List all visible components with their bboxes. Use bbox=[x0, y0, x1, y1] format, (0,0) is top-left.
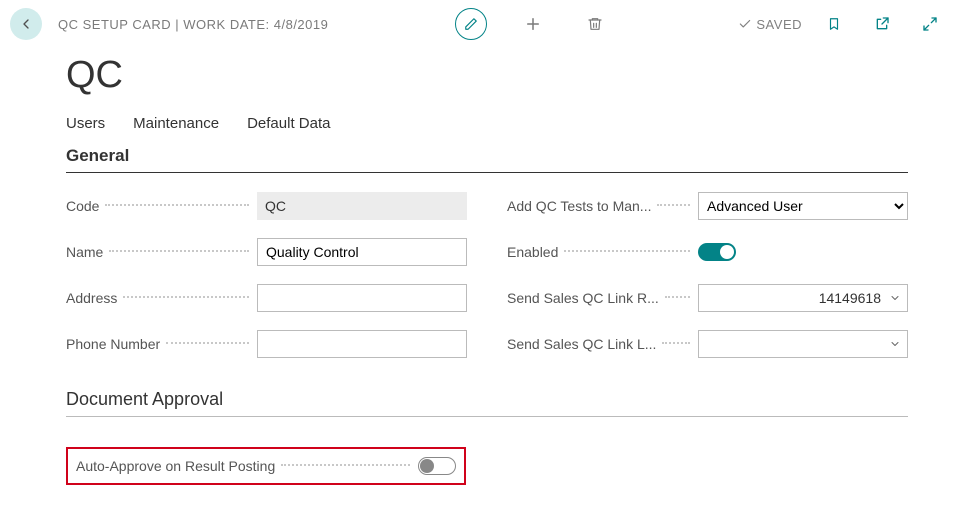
name-label: Name bbox=[66, 244, 103, 260]
field-add-qc-tests: Add QC Tests to Man... Advanced User bbox=[507, 191, 908, 221]
add-button[interactable] bbox=[517, 8, 549, 40]
auto-approve-toggle[interactable] bbox=[418, 457, 456, 475]
tabs: Users Maintenance Default Data bbox=[66, 115, 908, 132]
auto-approve-label: Auto-Approve on Result Posting bbox=[76, 458, 275, 474]
field-name: Name bbox=[66, 237, 467, 267]
general-right-col: Add QC Tests to Man... Advanced User Ena… bbox=[507, 191, 908, 359]
dots bbox=[564, 250, 690, 252]
dots bbox=[166, 342, 249, 344]
header-right-icons: SAVED bbox=[738, 8, 946, 40]
add-qc-select[interactable]: Advanced User bbox=[698, 192, 908, 220]
breadcrumb: QC SETUP CARD | WORK DATE: 4/8/2019 bbox=[58, 17, 328, 32]
field-code: Code bbox=[66, 191, 467, 221]
code-label: Code bbox=[66, 198, 99, 214]
address-input[interactable] bbox=[257, 284, 467, 312]
page-title: QC bbox=[66, 54, 908, 97]
tab-default-data[interactable]: Default Data bbox=[247, 115, 330, 132]
send-sales-l-lookup[interactable] bbox=[698, 330, 908, 358]
field-address: Address bbox=[66, 283, 467, 313]
header-bar: QC SETUP CARD | WORK DATE: 4/8/2019 SAVE… bbox=[0, 0, 964, 48]
bookmark-button[interactable] bbox=[818, 8, 850, 40]
send-sales-r-lookup[interactable]: 14149618 bbox=[698, 284, 908, 312]
field-send-sales-l: Send Sales QC Link L... bbox=[507, 329, 908, 359]
chevron-down-icon bbox=[889, 292, 901, 304]
field-send-sales-r: Send Sales QC Link R... 14149618 bbox=[507, 283, 908, 313]
dots bbox=[657, 204, 690, 206]
dots bbox=[281, 464, 410, 466]
auto-approve-highlight: Auto-Approve on Result Posting bbox=[66, 447, 466, 485]
add-qc-label: Add QC Tests to Man... bbox=[507, 198, 651, 214]
dots bbox=[109, 250, 249, 252]
section-general-title: General bbox=[66, 146, 908, 173]
field-enabled: Enabled bbox=[507, 237, 908, 267]
general-fields: Code Name Address bbox=[66, 191, 908, 359]
code-input[interactable] bbox=[257, 192, 467, 220]
send-sales-r-value: 14149618 bbox=[707, 290, 889, 306]
phone-label: Phone Number bbox=[66, 336, 160, 352]
saved-label: SAVED bbox=[756, 17, 802, 32]
address-label: Address bbox=[66, 290, 117, 306]
tab-users[interactable]: Users bbox=[66, 115, 105, 132]
popout-button[interactable] bbox=[866, 8, 898, 40]
enabled-toggle[interactable] bbox=[698, 243, 736, 261]
dots bbox=[665, 296, 690, 298]
name-input[interactable] bbox=[257, 238, 467, 266]
send-sales-r-label: Send Sales QC Link R... bbox=[507, 290, 659, 306]
delete-button[interactable] bbox=[579, 8, 611, 40]
general-left-col: Code Name Address bbox=[66, 191, 467, 359]
back-button[interactable] bbox=[10, 8, 42, 40]
dots bbox=[662, 342, 690, 344]
page-body: QC Users Maintenance Default Data Genera… bbox=[0, 54, 964, 485]
tab-maintenance[interactable]: Maintenance bbox=[133, 115, 219, 132]
chevron-down-icon bbox=[889, 338, 901, 350]
enabled-label: Enabled bbox=[507, 244, 558, 260]
field-phone: Phone Number bbox=[66, 329, 467, 359]
expand-button[interactable] bbox=[914, 8, 946, 40]
send-sales-l-label: Send Sales QC Link L... bbox=[507, 336, 656, 352]
saved-indicator: SAVED bbox=[738, 17, 802, 32]
section-document-approval-title: Document Approval bbox=[66, 389, 908, 417]
dots bbox=[123, 296, 249, 298]
header-action-icons bbox=[455, 8, 611, 40]
edit-button[interactable] bbox=[455, 8, 487, 40]
field-auto-approve: Auto-Approve on Result Posting bbox=[76, 457, 456, 475]
phone-input[interactable] bbox=[257, 330, 467, 358]
dots bbox=[105, 204, 249, 206]
